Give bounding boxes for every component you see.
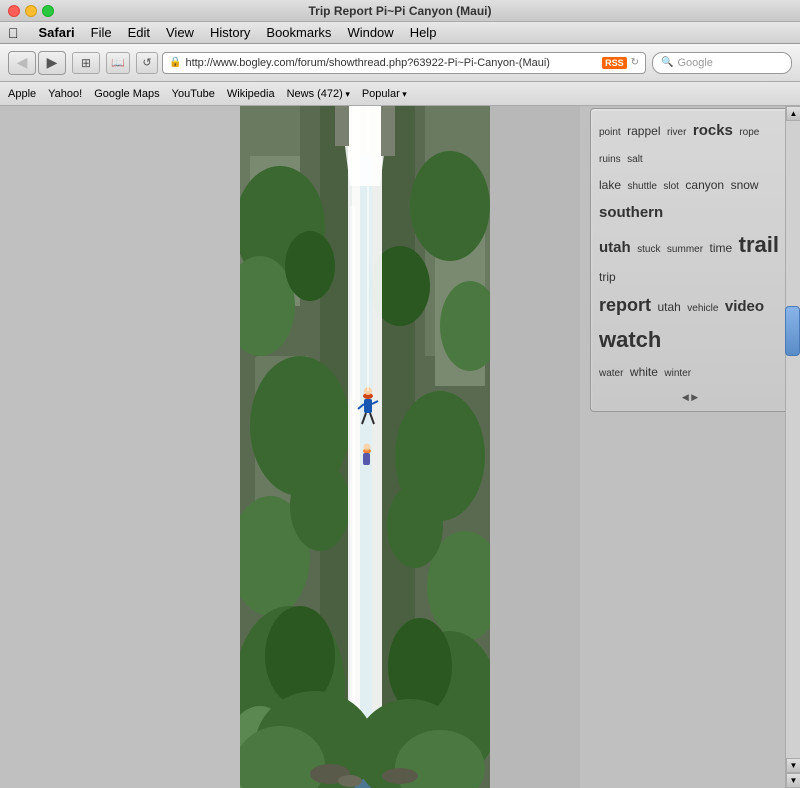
- menubar-window[interactable]: Window: [347, 25, 393, 40]
- nav-buttons: ◀ ▶: [8, 51, 66, 75]
- tag-river[interactable]: river: [667, 127, 686, 138]
- minimize-button[interactable]: [25, 5, 37, 17]
- tag-utah2[interactable]: utah: [657, 300, 680, 314]
- tag-watch[interactable]: watch: [599, 327, 661, 352]
- menubar-view[interactable]: View: [166, 25, 194, 40]
- scrollbar[interactable]: ▲ ▼ ▼: [785, 106, 800, 788]
- apple-menu-icon[interactable]: : [8, 25, 19, 41]
- show-sidebar-button[interactable]: ⊞: [72, 52, 100, 74]
- tag-cloud-box: point rappel river rocks rope ruins salt…: [590, 108, 790, 412]
- menubar-safari[interactable]: Safari: [39, 25, 75, 40]
- window-controls: [8, 5, 54, 17]
- tag-water[interactable]: water: [599, 368, 623, 379]
- search-bar[interactable]: 🔍 Google: [652, 52, 792, 74]
- tag-snow[interactable]: snow: [731, 178, 759, 192]
- bookmarks-bar: Apple Yahoo! Google Maps YouTube Wikiped…: [0, 82, 800, 106]
- menubar-edit[interactable]: Edit: [128, 25, 150, 40]
- address-bar[interactable]: 🔒 http://www.bogley.com/forum/showthread…: [162, 52, 646, 74]
- page-content: point rappel river rocks rope ruins salt…: [0, 106, 800, 788]
- bookmarks-bar-button[interactable]: 📖: [106, 52, 130, 74]
- menubar-history[interactable]: History: [210, 25, 250, 40]
- rss-badge[interactable]: RSS: [602, 57, 627, 69]
- tag-stuck[interactable]: stuck: [637, 244, 660, 255]
- forward-icon: ▶: [47, 54, 58, 71]
- tag-trail[interactable]: trail: [739, 232, 779, 257]
- tag-time[interactable]: time: [710, 241, 733, 255]
- tag-slot[interactable]: slot: [663, 181, 679, 192]
- tag-vehicle[interactable]: vehicle: [687, 303, 718, 314]
- reload-icon: ↺: [142, 56, 151, 69]
- menubar-file[interactable]: File: [91, 25, 112, 40]
- tag-cloud-footer: ◀ ▶: [599, 392, 781, 403]
- tag-rope[interactable]: rope: [739, 127, 759, 138]
- waterfall-container: [240, 106, 490, 788]
- tag-white[interactable]: white: [630, 365, 658, 379]
- tag-winter[interactable]: winter: [664, 368, 691, 379]
- tag-report[interactable]: report: [599, 295, 651, 315]
- scroll-down-icon-2: ▼: [790, 776, 798, 785]
- sidebar-icon: ⊞: [81, 56, 91, 70]
- address-bar-container: ↺ 🔒 http://www.bogley.com/forum/showthre…: [136, 52, 646, 74]
- waterfall-image: [240, 106, 490, 788]
- right-sidebar: point rappel river rocks rope ruins salt…: [580, 106, 800, 788]
- tag-rappel[interactable]: rappel: [627, 124, 660, 138]
- tag-canyon[interactable]: canyon: [685, 178, 724, 192]
- refresh-icon: ↻: [631, 57, 639, 68]
- tag-utah[interactable]: utah: [599, 239, 631, 256]
- book-icon: 📖: [111, 56, 125, 69]
- search-placeholder: Google: [677, 57, 712, 69]
- maximize-button[interactable]: [42, 5, 54, 17]
- scroll-down-button-2[interactable]: ▼: [786, 773, 800, 788]
- menubar:  Safari File Edit View History Bookmark…: [0, 22, 800, 44]
- menubar-help[interactable]: Help: [410, 25, 437, 40]
- back-button[interactable]: ◀: [8, 51, 36, 75]
- tag-lake[interactable]: lake: [599, 178, 621, 192]
- scroll-up-button[interactable]: ▲: [786, 106, 800, 121]
- close-button[interactable]: [8, 5, 20, 17]
- tag-trip[interactable]: trip: [599, 270, 616, 284]
- tag-ruins[interactable]: ruins: [599, 154, 621, 165]
- main-content: [240, 106, 580, 788]
- menubar-bookmarks[interactable]: Bookmarks: [266, 25, 331, 40]
- tag-salt[interactable]: salt: [627, 154, 643, 165]
- toolbar: ◀ ▶ ⊞ 📖 ↺ 🔒 http://www.bogley.com/forum/…: [0, 44, 800, 82]
- search-icon: 🔍: [661, 57, 673, 68]
- tag-southern[interactable]: southern: [599, 204, 663, 221]
- tag-video[interactable]: video: [725, 298, 764, 315]
- tag-shuttle[interactable]: shuttle: [627, 181, 656, 192]
- tag-pagination[interactable]: ◀ ▶: [682, 392, 698, 402]
- tag-summer[interactable]: summer: [667, 244, 703, 255]
- forward-button[interactable]: ▶: [38, 51, 66, 75]
- bookmark-yahoo[interactable]: Yahoo!: [48, 88, 82, 100]
- bookmark-wikipedia[interactable]: Wikipedia: [227, 88, 275, 100]
- bookmark-popular[interactable]: Popular: [362, 88, 407, 100]
- bookmark-news[interactable]: News (472): [287, 88, 350, 100]
- tag-point[interactable]: point: [599, 127, 621, 138]
- back-icon: ◀: [17, 54, 28, 71]
- scroll-up-icon: ▲: [790, 109, 798, 118]
- url-text: http://www.bogley.com/forum/showthread.p…: [185, 57, 598, 69]
- titlebar: Trip Report Pi~Pi Canyon (Maui): [0, 0, 800, 22]
- bookmark-apple[interactable]: Apple: [8, 88, 36, 100]
- tag-rocks[interactable]: rocks: [693, 122, 733, 139]
- scroll-thumb[interactable]: [785, 306, 800, 356]
- lock-icon: 🔒: [169, 57, 181, 68]
- bookmark-youtube[interactable]: YouTube: [172, 88, 215, 100]
- reload-button[interactable]: ↺: [136, 52, 158, 74]
- left-sidebar: [0, 106, 240, 788]
- page-title: Trip Report Pi~Pi Canyon (Maui): [308, 4, 491, 18]
- tag-cloud: point rappel river rocks rope ruins salt…: [599, 117, 781, 386]
- bookmark-googlemaps[interactable]: Google Maps: [94, 88, 159, 100]
